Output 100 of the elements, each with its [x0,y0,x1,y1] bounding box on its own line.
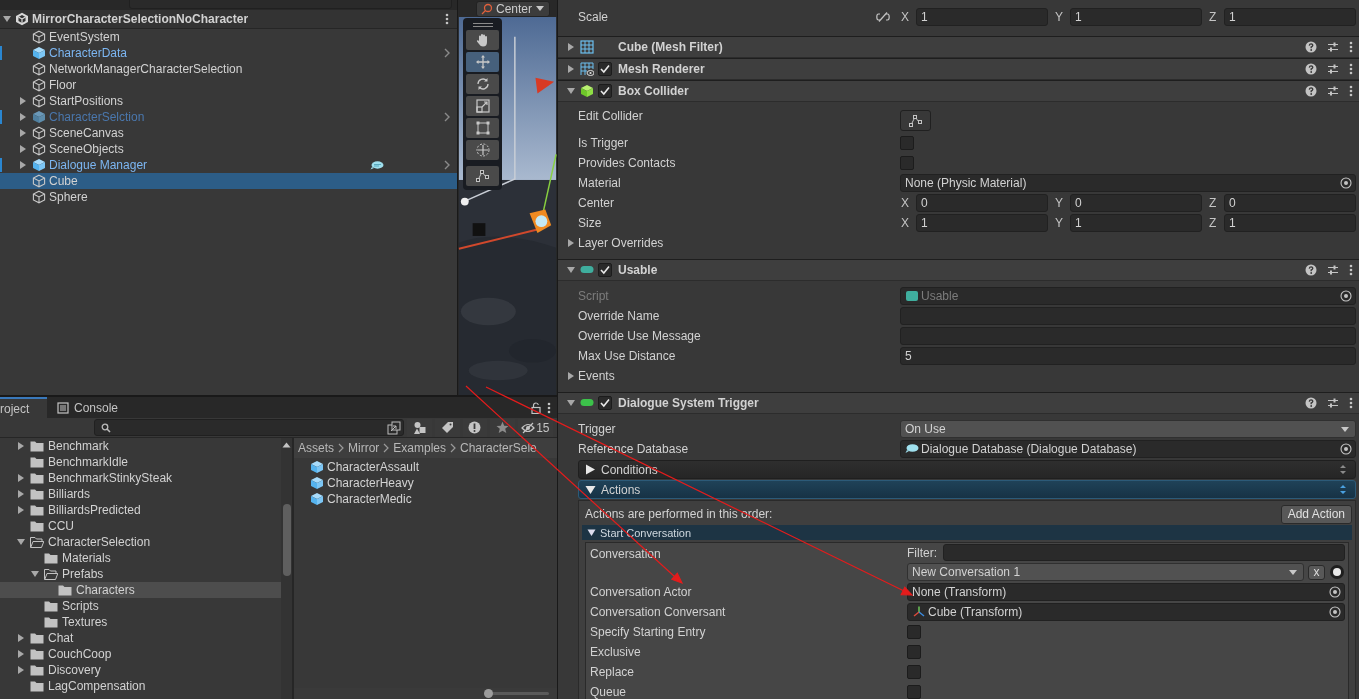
help-icon[interactable] [1305,85,1317,97]
collapsed-arrow-icon[interactable] [16,489,26,499]
hand-tool-button[interactable] [466,30,499,50]
collapsed-arrow-icon[interactable] [16,665,26,675]
collapsed-arrow-icon[interactable] [566,371,576,381]
scrollbar-thumb[interactable] [282,504,291,576]
presets-icon[interactable] [1327,63,1339,75]
object-field[interactable]: Cube (Transform) [907,603,1345,621]
number-field[interactable]: 1 [1070,8,1202,26]
folder-item[interactable]: Characters [0,582,281,598]
number-field[interactable]: 0 [916,194,1048,212]
chevron-right-icon[interactable] [443,48,451,58]
foldout[interactable]: Events [558,369,900,383]
folder-item[interactable]: Chat [0,630,281,646]
object-picker-icon[interactable] [1329,606,1341,618]
expanded-arrow-icon[interactable] [30,569,40,579]
more-options-icon[interactable] [1349,85,1353,97]
action-header[interactable]: Start Conversation [582,525,1352,540]
folder-item[interactable]: LagCompensation [0,678,281,694]
checkbox[interactable] [598,396,612,410]
hierarchy-item[interactable]: Floor [0,77,457,93]
more-options-icon[interactable] [1349,41,1353,53]
grip-icon[interactable] [472,22,493,28]
help-icon[interactable] [1305,41,1317,53]
folder-item[interactable]: CouchCoop [0,646,281,662]
checkbox[interactable] [907,625,921,639]
hierarchy-item[interactable]: Dialogue Manager [0,157,457,173]
component-header[interactable]: Dialogue System Trigger [558,393,1359,414]
asset-item[interactable]: CharacterMedic [310,491,557,507]
number-field[interactable]: 1 [916,214,1048,232]
object-picker-icon[interactable] [1340,443,1352,455]
component-header[interactable]: Mesh Renderer [558,59,1359,80]
object-field[interactable]: None (Physic Material) [900,174,1356,192]
help-icon[interactable] [1305,264,1317,276]
help-icon[interactable] [1305,397,1317,409]
more-options-icon[interactable] [445,13,449,25]
foldout[interactable]: Layer Overrides [558,236,900,250]
object-picker-icon[interactable] [1340,177,1352,189]
folder-item[interactable]: BenchmarkStinkySteak [0,470,281,486]
expanded-arrow-icon[interactable] [566,86,576,96]
number-field[interactable]: 0 [1070,194,1202,212]
rotate-tool-button[interactable] [466,74,499,94]
component-header[interactable]: Cube (Mesh Filter) [558,37,1359,58]
checkbox[interactable] [598,263,612,277]
hierarchy-item[interactable]: CharacterData [0,45,457,61]
checkbox[interactable] [907,665,921,679]
panel-tab[interactable]: roject [0,397,47,418]
component-header[interactable]: Box Collider [558,81,1359,102]
more-options-icon[interactable] [547,401,551,414]
checkbox[interactable] [907,685,921,699]
filter-field[interactable] [943,544,1345,561]
add-action-button[interactable]: Add Action [1280,504,1352,524]
collapsed-arrow-icon[interactable] [18,160,28,170]
collapsed-arrow-icon[interactable] [16,633,26,643]
presets-icon[interactable] [1327,264,1339,276]
move-tool-button[interactable] [466,52,499,72]
unlinked-icon[interactable] [876,12,890,22]
folder-item[interactable]: Textures [0,614,281,630]
text-field[interactable]: 5 [900,347,1356,365]
hierarchy-item[interactable]: Sphere [0,189,457,205]
checkbox[interactable] [900,136,914,150]
number-field[interactable]: 1 [1224,8,1356,26]
folder-item[interactable]: Benchmark [0,438,281,454]
conversation-dropdown[interactable]: New Conversation 1 [907,563,1304,581]
expanded-arrow-icon[interactable] [2,14,12,24]
clear-button[interactable]: x [1308,564,1325,580]
hierarchy-item[interactable]: SceneCanvas [0,125,457,141]
selector-icon[interactable] [1329,564,1345,580]
more-options-icon[interactable] [1349,63,1353,75]
component-header[interactable]: Usable [558,260,1359,281]
folder-item[interactable]: BilliardsPredicted [0,502,281,518]
hierarchy-item[interactable]: StartPositions [0,93,457,109]
chevron-right-icon[interactable] [443,160,451,170]
section-foldout[interactable]: Conditions [578,460,1356,479]
help-icon[interactable] [1305,63,1317,75]
search-window-icon[interactable] [387,420,402,435]
scroll-up-icon[interactable] [282,442,291,448]
object-field[interactable]: Dialogue Database (Dialogue Database) [900,440,1356,458]
collapsed-arrow-icon[interactable] [16,441,26,451]
number-field[interactable]: 0 [1224,194,1356,212]
edit-collider-button[interactable] [900,109,931,131]
collapsed-arrow-icon[interactable] [18,96,28,106]
number-field[interactable]: 1 [1070,214,1202,232]
scrollbar[interactable] [281,438,292,699]
folder-item[interactable]: Materials [0,550,281,566]
folder-item[interactable]: CharacterSelection [0,534,281,550]
folder-item[interactable]: BenchmarkIdle [0,454,281,470]
dropdown[interactable]: On Use [900,420,1356,438]
folder-item[interactable]: Prefabs [0,566,281,582]
object-picker-icon[interactable] [1329,586,1341,598]
more-options-icon[interactable] [1349,397,1353,409]
collapsed-arrow-icon[interactable] [18,144,28,154]
collapsed-arrow-icon[interactable] [16,649,26,659]
breadcrumb-link[interactable]: Mirror [348,441,380,455]
number-field[interactable]: 1 [1224,214,1356,232]
hierarchy-item[interactable]: EventSystem [0,29,457,45]
expanded-arrow-icon[interactable] [566,265,576,275]
hierarchy-item[interactable]: Cube [0,173,457,189]
asset-item[interactable]: CharacterHeavy [310,475,557,491]
checkbox[interactable] [598,62,612,76]
